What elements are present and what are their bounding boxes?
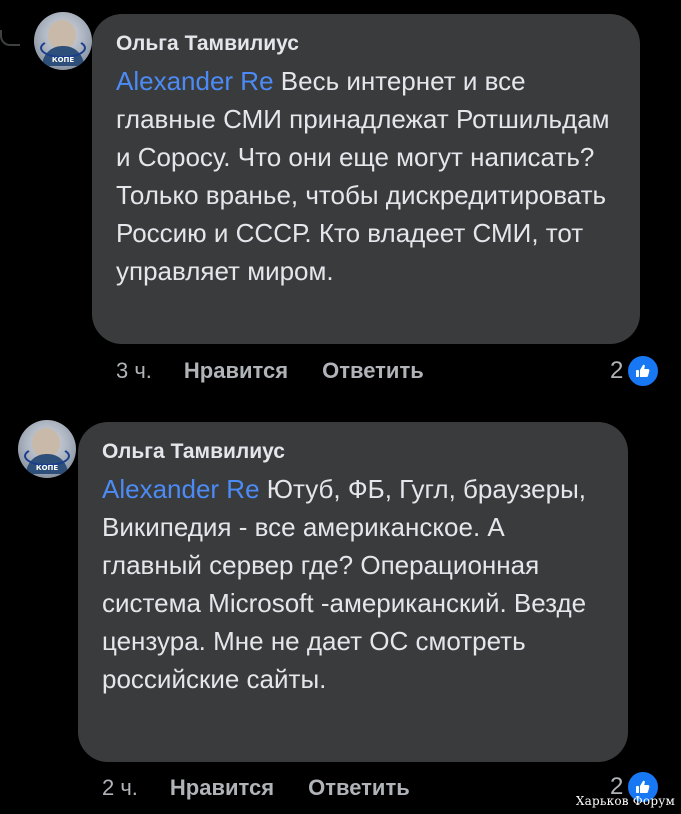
comment-timestamp[interactable]: 3 ч. <box>116 358 152 384</box>
thread-connector <box>0 30 20 46</box>
reply-button[interactable]: Ответить <box>322 358 424 384</box>
comment-body: Весь интернет и все главные СМИ принадле… <box>116 66 610 286</box>
avatar[interactable]: КОПЕ <box>34 12 92 70</box>
comment-bubble: Ольга Тамвилиус Alexander Re Ютуб, ФБ, Г… <box>78 422 628 762</box>
avatar-ring <box>40 38 86 58</box>
like-button[interactable]: Нравится <box>184 358 288 384</box>
reaction-count: 2 <box>610 357 624 384</box>
like-button[interactable]: Нравится <box>170 775 274 801</box>
avatar[interactable]: КОПЕ <box>18 420 76 478</box>
avatar-logo: КОПЕ <box>51 56 75 64</box>
thumbs-up-icon <box>626 354 661 388</box>
comment-author[interactable]: Ольга Тамвилиус <box>102 440 604 464</box>
comment-actions: 2 ч. Нравится Ответить <box>102 775 444 801</box>
comment-timestamp[interactable]: 2 ч. <box>102 775 138 801</box>
comment-body: Ютуб, ФБ, Гугл, браузеры, Википедия - вс… <box>102 474 587 694</box>
comment-author[interactable]: Ольга Тамвилиус <box>116 32 616 56</box>
comment-text: Alexander Re Ютуб, ФБ, Гугл, браузеры, В… <box>102 470 604 698</box>
reaction-summary[interactable]: 2 <box>610 354 661 388</box>
mention-link[interactable]: Alexander Re <box>116 66 274 96</box>
comment-bubble: Ольга Тамвилиус Alexander Re Весь интерн… <box>92 14 640 344</box>
avatar-logo: КОПЕ <box>35 464 59 472</box>
reply-button[interactable]: Ответить <box>308 775 410 801</box>
comment-actions: 3 ч. Нравится Ответить <box>116 358 458 384</box>
mention-link[interactable]: Alexander Re <box>102 474 260 504</box>
avatar-ring <box>24 446 70 466</box>
watermark: Харьков Форум <box>575 794 675 808</box>
comment-text: Alexander Re Весь интернет и все главные… <box>116 62 616 290</box>
